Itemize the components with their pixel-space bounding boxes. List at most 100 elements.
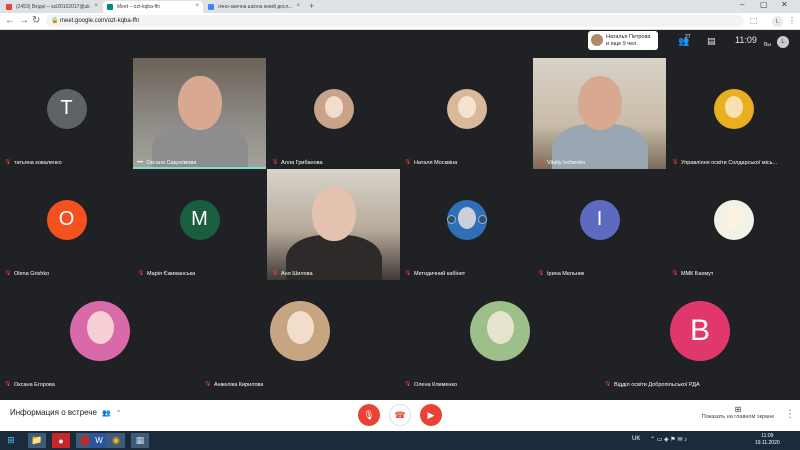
participant-tile[interactable]: M 🎙 Марія Єжижанська — [133, 169, 266, 280]
participant-figure — [177, 76, 222, 130]
chevron-up-icon: ⌃ — [115, 409, 122, 417]
tray-icons[interactable]: ⌃ ▭ ◈ ⚑ ✉ ♪ — [650, 436, 687, 443]
meet-icon — [107, 4, 113, 10]
start-button[interactable]: ⊞ — [2, 433, 20, 448]
participant-count: 27 — [685, 34, 691, 40]
participant-name-row: 🎙 Анжеліка Кирилова — [204, 381, 263, 388]
avatar — [313, 88, 354, 129]
mic-muted-icon: 🎙 — [604, 381, 612, 387]
participant-name: Управління освіти Солдарської місь... — [681, 159, 778, 166]
avatar: B — [670, 300, 730, 361]
close-icon[interactable]: × — [296, 3, 300, 9]
participant-tile[interactable]: 🎙 Vitaliy Ivchenko — [533, 58, 666, 169]
app-icon[interactable]: ▦ — [131, 433, 149, 448]
mute-participant-icon[interactable] — [477, 215, 487, 224]
participant-name: Анжеліка Кирилова — [214, 381, 264, 388]
hang-up-icon: ☎ — [394, 409, 406, 420]
participant-name: Ірина Мельник — [547, 270, 585, 277]
participant-tile[interactable]: 🎙 Аня Шилова — [267, 169, 400, 280]
participant-tile[interactable]: 🎙 Методичний кабінет — [400, 169, 533, 280]
speaking-indicator-icon: ••• — [137, 160, 144, 166]
reload-icon[interactable]: ↻ — [32, 15, 40, 26]
explorer-icon[interactable]: 📁 — [28, 433, 46, 448]
participant-tile[interactable]: 🎙 Наталя Москвіна — [400, 58, 533, 169]
avatar: Т — [46, 88, 87, 129]
self-avatar[interactable]: L — [777, 36, 789, 48]
participant-name: татьяна коваленко — [14, 159, 62, 166]
participant-name-row: 🎙 Управління освіти Солдарської місь... — [671, 159, 777, 166]
language-indicator[interactable]: UK — [632, 436, 640, 442]
participant-tile[interactable]: O 🎙 Olena Grishko — [0, 169, 133, 280]
present-screen-icon: ⊞ — [734, 405, 742, 414]
avatar-photo — [724, 95, 743, 118]
new-tab-button[interactable]: + — [309, 1, 314, 11]
tile-hover-controls[interactable] — [446, 215, 487, 225]
minimize-button[interactable]: – — [740, 0, 744, 9]
avatar-photo — [724, 206, 743, 229]
participant-tile[interactable]: 🎙 Управління освіти Солдарської місь... — [667, 58, 800, 169]
end-call-button[interactable]: ☎ — [389, 404, 411, 426]
participant-name-row: 🎙 Наталя Москвіна — [404, 159, 457, 166]
participant-tile[interactable]: B 🎙 Відділ освіти Добропільської РДА — [600, 280, 800, 391]
meet-clock: 11:09 — [735, 35, 757, 45]
participant-tile[interactable]: Т 🎙 татьяна коваленко — [0, 58, 133, 169]
menu-icon[interactable]: ⋮ — [788, 16, 796, 25]
browser-tab-strip: (2453) Вхідні – szi20102017@uk × Meet – … — [0, 0, 800, 13]
mic-off-icon: 🎙 — [363, 409, 375, 420]
participant-name: Vitaliy Ivchenko — [547, 159, 586, 166]
meet-bottom-bar: Информация о встрече 👥 ⌃ 🎙 ☎ ▶ ⊞ Показат… — [0, 400, 800, 431]
tab-school[interactable]: очно-заочна школа юний досл... × — [204, 1, 304, 13]
participant-name: Марія Єжижанська — [147, 270, 196, 277]
avatar — [270, 300, 330, 361]
back-icon[interactable]: ← — [5, 15, 15, 26]
opera-icon[interactable]: ● — [52, 433, 70, 448]
taskbar-date: 19.11.2020 — [755, 440, 780, 446]
mic-muted-icon: 🎙 — [404, 270, 412, 276]
video-feed — [133, 58, 266, 169]
participant-tile[interactable]: 🎙 ММК Бахмут — [667, 169, 800, 280]
windows-taskbar: ⊞ 📁 ● ⬤ W ◉ ▦ UK ⌃ ▭ ◈ ⚑ ✉ ♪ 11:09 19.11… — [0, 431, 800, 450]
participant-tile[interactable]: I 🎙 Ірина Мельник — [533, 169, 666, 280]
close-window-button[interactable]: ✕ — [781, 0, 788, 9]
present-now-button[interactable]: ⊞ Показать на главном экране — [698, 405, 778, 420]
participant-tile[interactable]: 🎙 Алла Грибанова — [267, 58, 400, 169]
chrome-icon[interactable]: ◉ — [107, 433, 125, 448]
microphone-toggle-button[interactable]: 🎙 — [358, 404, 380, 426]
camera-toggle-button[interactable]: ▶ — [420, 404, 442, 426]
maximize-button[interactable]: ▢ — [760, 0, 768, 9]
mic-muted-icon: 🎙 — [671, 270, 679, 276]
chat-icon[interactable]: ▤ — [707, 36, 716, 47]
present-label: Показать на главном экране — [701, 414, 775, 420]
participant-name: Olena Grishko — [14, 270, 50, 277]
participant-name-row: 🎙 Марія Єжижанська — [137, 270, 195, 277]
close-icon[interactable]: × — [195, 3, 199, 9]
meeting-details-button[interactable]: Информация о встрече 👥 ⌃ — [10, 408, 122, 417]
more-options-icon[interactable]: ⋮ — [785, 409, 795, 420]
forward-icon[interactable]: → — [19, 15, 29, 26]
taskbar-clock[interactable]: 11:09 19.11.2020 — [755, 433, 780, 447]
participant-name: Наталя Москвіна — [414, 159, 458, 166]
word-icon[interactable]: W — [90, 433, 108, 448]
tab-label: очно-заочна школа юний досл... — [218, 4, 293, 10]
address-bar[interactable]: 🔒 meet.google.com/ozt-kqba-ffn — [46, 15, 744, 27]
tab-meet[interactable]: Meet – ozt-kqba-ffn × — [103, 1, 203, 13]
notification-line-2: и еще 9 чел. — [606, 40, 638, 47]
avatar-photo — [324, 95, 343, 118]
profile-avatar[interactable]: L — [772, 16, 783, 27]
extension-icon[interactable]: ⬚ — [750, 16, 758, 25]
participant-name: Відділ освіти Добропільської РДА — [614, 381, 700, 388]
pin-icon[interactable] — [446, 215, 456, 224]
video-feed — [533, 58, 666, 169]
participant-tile[interactable]: 🎙 Оксана Егорова — [0, 280, 200, 391]
participant-tile[interactable]: 🎙 Олена Клименко — [400, 280, 600, 391]
avatar — [713, 88, 754, 129]
close-icon[interactable]: × — [94, 3, 98, 9]
tab-gmail[interactable]: (2453) Вхідні – szi20102017@uk × — [2, 1, 102, 13]
participant-name-row: 🎙 Аня Шилова — [271, 270, 313, 277]
avatar: O — [46, 199, 87, 240]
participant-tile[interactable]: ••• Оксана Сидохімова — [133, 58, 266, 169]
lock-icon: 🔒 — [51, 18, 59, 24]
avatar — [470, 300, 530, 361]
url-text: meet.google.com/ozt-kqba-ffn — [60, 18, 140, 24]
participant-tile[interactable]: 🎙 Анжеліка Кирилова — [200, 280, 400, 391]
